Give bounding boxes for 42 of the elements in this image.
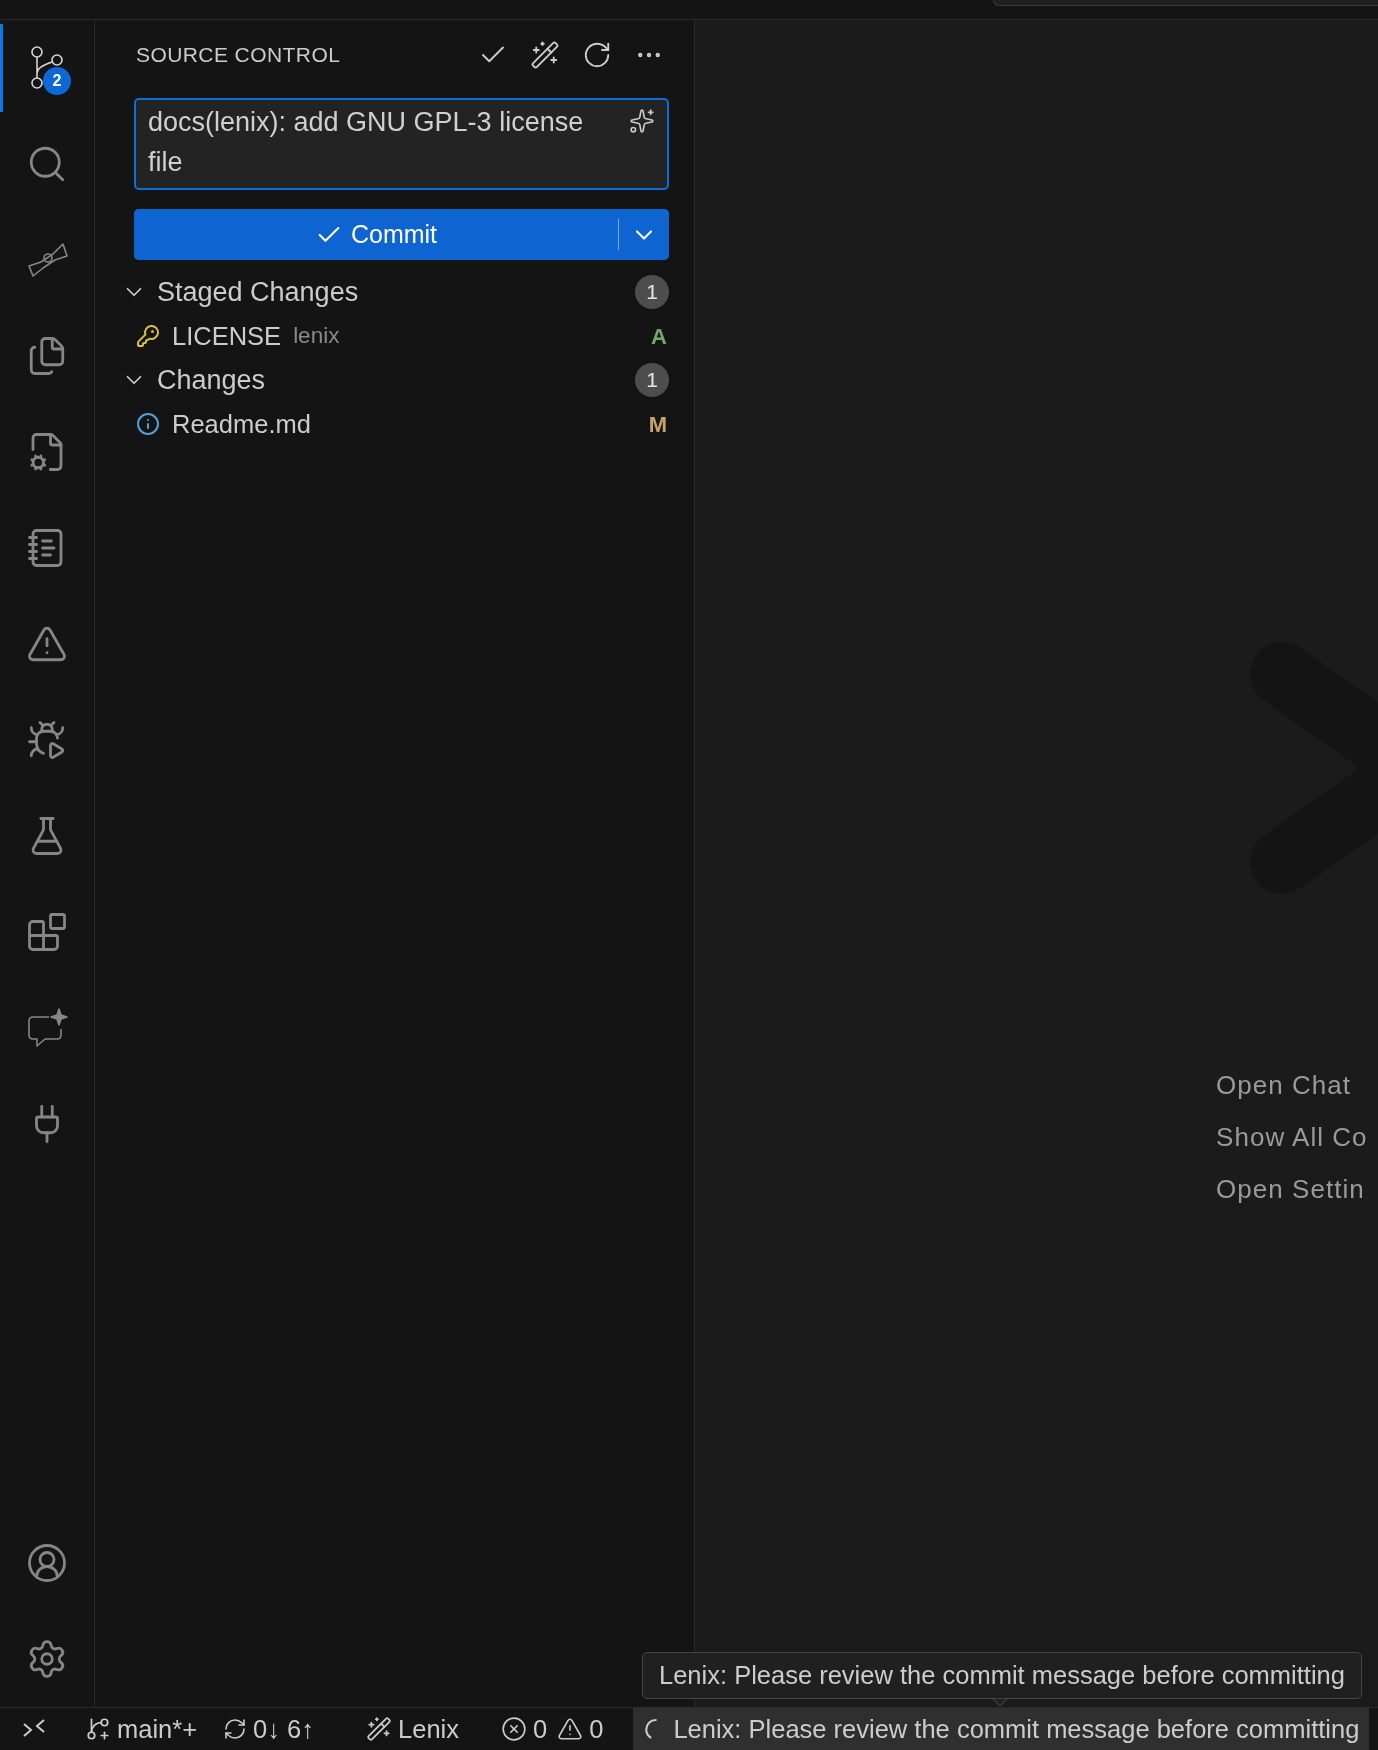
- warning-icon: [557, 1716, 584, 1742]
- branch-button[interactable]: main*+: [77, 1708, 206, 1750]
- wand-icon: [366, 1716, 393, 1742]
- file-name: Readme.md: [172, 408, 311, 440]
- folder-name: lenix: [293, 322, 340, 351]
- account-icon[interactable]: [26, 1542, 68, 1584]
- count-badge: 1: [635, 275, 669, 309]
- file-row[interactable]: Readme.md M: [95, 402, 694, 446]
- lenix-button[interactable]: Lenix: [358, 1708, 467, 1750]
- title-bar-field[interactable]: [993, 0, 1378, 6]
- file-name: LICENSE: [172, 320, 282, 352]
- progress-status[interactable]: Lenix: Please review the commit message before committing: [633, 1708, 1370, 1750]
- spinner-icon: [645, 1719, 658, 1739]
- group-title: Changes: [157, 363, 266, 397]
- group-header[interactable]: Changes 1: [95, 358, 694, 402]
- commit-message-field[interactable]: docs(lenix): add GNU GPL-3 license file: [134, 98, 669, 190]
- info-icon: [136, 412, 160, 436]
- file-row[interactable]: LICENSE lenix A: [95, 314, 694, 358]
- count-badge: 1: [635, 363, 669, 397]
- extensions-icon[interactable]: [26, 911, 68, 953]
- problems-button[interactable]: 0 0: [493, 1708, 612, 1750]
- count-badge: 2: [43, 67, 71, 95]
- error-icon: [501, 1716, 527, 1742]
- tooltip: Lenix: Please review the commit message before committing: [642, 1652, 1362, 1699]
- sync-button[interactable]: 0↓ 6↑: [215, 1708, 323, 1750]
- group-header[interactable]: Staged Changes 1: [95, 270, 694, 314]
- sync-icon: [223, 1717, 248, 1741]
- panel-title: SOURCE CONTROL: [136, 42, 341, 69]
- command-link[interactable]: Open Settin: [1216, 1174, 1378, 1204]
- key-icon: [136, 324, 160, 348]
- command-link[interactable]: Show All Co: [1216, 1122, 1378, 1152]
- sparkle-icon[interactable]: [629, 108, 655, 134]
- status-letter: M: [648, 410, 667, 439]
- bowtie-icon[interactable]: [25, 240, 69, 280]
- branch-icon: [85, 1716, 111, 1742]
- refresh-icon[interactable]: [582, 40, 612, 70]
- wand-icon[interactable]: [530, 40, 560, 70]
- chat-sparkle-icon[interactable]: [25, 1007, 69, 1049]
- command-link[interactable]: Open Chat: [1216, 1070, 1378, 1100]
- status-letter: A: [651, 322, 667, 351]
- remote-icon: [22, 1718, 46, 1740]
- group-title: Staged Changes: [157, 275, 359, 309]
